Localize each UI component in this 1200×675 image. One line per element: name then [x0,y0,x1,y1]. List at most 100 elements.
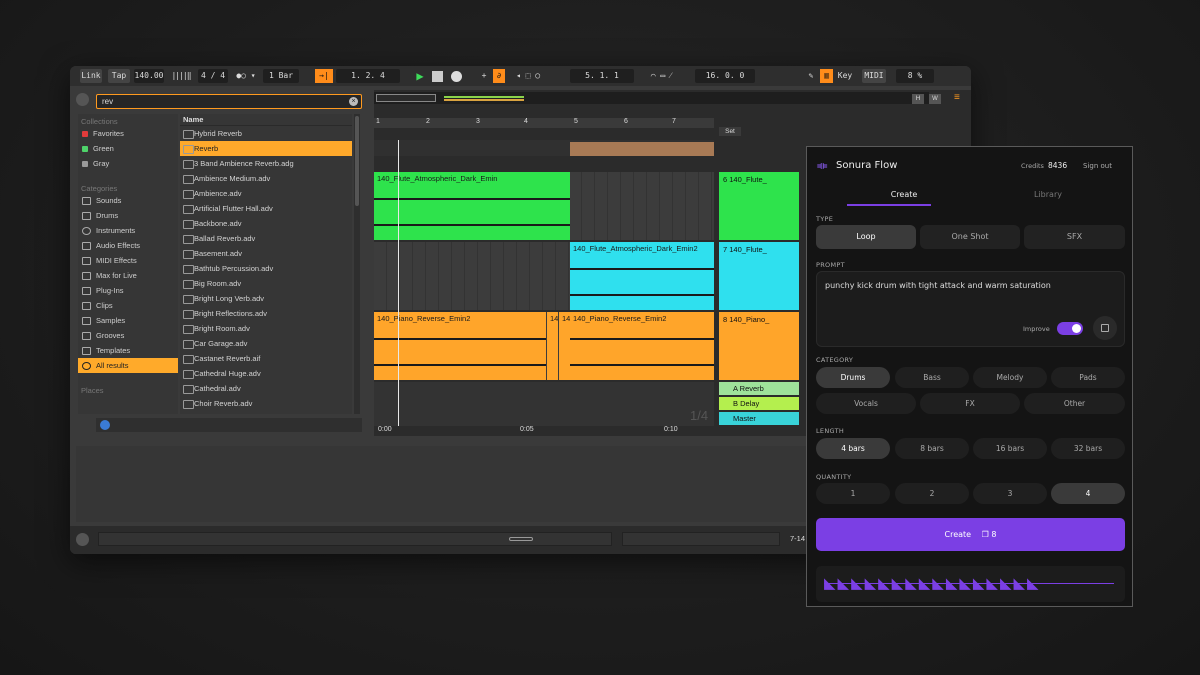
file-row[interactable]: Basement.adv [180,246,352,261]
length-8-bars[interactable]: 8 bars [895,438,969,459]
create-button[interactable]: Create ❐ 8 [816,518,1125,551]
file-row[interactable]: Bright Room.adv [180,321,352,336]
waveform-preview[interactable]: ◣◣◣◣◣◣◣◣◣◣◣◣◣◣◣◣ [816,566,1125,602]
record-icon[interactable] [451,71,462,82]
prompt-input[interactable]: punchy kick drum with tight attack and w… [816,271,1125,347]
file-row[interactable]: Ambience Medium.adv [180,171,352,186]
menu-icon[interactable]: ≡ [954,93,966,103]
play-icon[interactable]: ▶ [413,69,427,83]
track-header-8[interactable]: 8 140_Piano_ [719,312,799,380]
follow-icon[interactable]: →| [315,69,333,83]
track-header-6[interactable]: 6 140_Flute_ [719,172,799,240]
link-button[interactable]: Link [80,69,102,83]
category-vocals[interactable]: Vocals [816,393,916,414]
file-row[interactable]: 3 Band Ambience Reverb.adg [180,156,352,171]
metronome-icon[interactable]: ●○ ▾ [232,69,260,83]
tempo-field[interactable]: 140.00 [134,69,164,83]
category-templates[interactable]: Templates [78,343,178,358]
file-row[interactable]: Backbone.adv [180,216,352,231]
overview-strip[interactable] [374,92,929,104]
track-header-b-delay[interactable]: B Delay [719,397,799,410]
h-button[interactable]: H [912,94,924,104]
quantity-3[interactable]: 3 [973,483,1047,504]
punch-icons[interactable]: ⌒ ▭ ⁄ [636,69,686,83]
category-audio-effects[interactable]: Audio Effects [78,238,178,253]
clear-prompt-button[interactable] [1093,316,1117,340]
category-clips[interactable]: Clips [78,298,178,313]
clip-piano-3[interactable]: 14 [559,312,570,380]
keyboard-icon[interactable]: ▥ [820,69,833,83]
category-midi-effects[interactable]: MIDI Effects [78,253,178,268]
browser-toggle-icon[interactable] [76,93,89,106]
signature-field[interactable]: 4 / 4 [198,69,228,83]
stop-icon[interactable] [432,71,443,82]
file-row-selected[interactable]: Reverb [180,141,352,156]
length-32-bars[interactable]: 32 bars [1051,438,1125,459]
track-header-a-reverb[interactable]: A Reverb [719,382,799,395]
clear-search-icon[interactable]: × [349,97,358,106]
type-sfx-button[interactable]: SFX [1024,225,1125,249]
type-loop-button[interactable]: Loop [816,225,916,249]
tab-create[interactable]: Create [877,190,931,199]
search-input[interactable]: rev × [96,94,362,109]
category-instruments[interactable]: Instruments [78,223,178,238]
bar-ruler[interactable]: 1 2 3 4 5 6 7 [374,118,714,128]
tap-button[interactable]: Tap [108,69,130,83]
file-row[interactable]: Big Room.adv [180,276,352,291]
automation-arm-icon[interactable]: ∂ [493,69,505,83]
file-row[interactable]: Ballad Reverb.adv [180,231,352,246]
category-plug-ins[interactable]: Plug-Ins [78,283,178,298]
category-other[interactable]: Other [1024,393,1125,414]
file-row[interactable]: Bathtub Percussion.adv [180,261,352,276]
collection-green[interactable]: Green [78,141,178,156]
file-row[interactable]: Ambience.adv [180,186,352,201]
set-locator[interactable]: Set [719,127,741,136]
midi-map-button[interactable]: MIDI [862,69,886,83]
quantity-4[interactable]: 4 [1051,483,1125,504]
loop-length-field[interactable]: 16. 0. 0 [695,69,755,83]
loop-start-field[interactable]: 5. 1. 1 [570,69,634,83]
play-preview-icon[interactable] [76,533,89,546]
w-button[interactable]: W [929,94,941,104]
file-list-scrollbar[interactable] [354,114,360,414]
device-view-bar[interactable] [622,532,780,546]
length-4-bars[interactable]: 4 bars [816,438,890,459]
file-row[interactable]: Cathedral Huge.adv [180,366,352,381]
clip-piano-4[interactable]: 140_Piano_Reverse_Emin2 [570,312,714,380]
file-row[interactable]: Artificial Flutter Hall.adv [180,201,352,216]
category-grooves[interactable]: Grooves [78,328,178,343]
file-row[interactable]: Cathedral.adv [180,381,352,396]
name-column-header[interactable]: Name [180,114,352,126]
preview-icon[interactable] [100,420,110,430]
file-row[interactable]: Bright Reflections.adv [180,306,352,321]
clip-flute-2[interactable]: 140_Flute_Atmospheric_Dark_Emin2 [570,242,714,310]
clip-piano-1[interactable]: 140_Piano_Reverse_Emin2 [374,312,546,380]
category-all-results[interactable]: All results [78,358,178,373]
quantity-2[interactable]: 2 [895,483,969,504]
song-position-field[interactable]: 1. 2. 4 [336,69,400,83]
quantize-dropdown[interactable]: 1 Bar [263,69,299,83]
track-header-7[interactable]: 7 140_Flute_ [719,242,799,310]
category-drums[interactable]: Drums [78,208,178,223]
tab-library[interactable]: Library [1021,190,1075,199]
file-row[interactable]: Bright Long Verb.adv [180,291,352,306]
clip-piano-2[interactable]: 14 [547,312,558,380]
overdub-icons[interactable]: ◂ ⬚ ◯ [508,69,548,83]
collection-favorites[interactable]: Favorites [78,126,178,141]
clip-flute-1[interactable]: 140_Flute_Atmospheric_Dark_Emin [374,172,570,240]
category-sounds[interactable]: Sounds [78,193,178,208]
improve-toggle[interactable] [1057,322,1083,335]
file-row[interactable]: Hybrid Reverb [180,126,352,141]
time-ruler[interactable]: 0:00 0:05 0:10 [374,426,714,436]
file-row[interactable]: Choir Reverb.adv [180,396,352,411]
type-one-shot-button[interactable]: One Shot [920,225,1020,249]
category-bass[interactable]: Bass [895,367,969,388]
add-icon[interactable]: + [478,69,490,83]
clip-view-bar[interactable] [98,532,612,546]
category-fx[interactable]: FX [920,393,1020,414]
category-pads[interactable]: Pads [1051,367,1125,388]
sign-out-link[interactable]: Sign out [1083,162,1112,170]
category-samples[interactable]: Samples [78,313,178,328]
draw-mode-icon[interactable]: ✎ [805,69,817,83]
track-header-master[interactable]: Master [719,412,799,425]
